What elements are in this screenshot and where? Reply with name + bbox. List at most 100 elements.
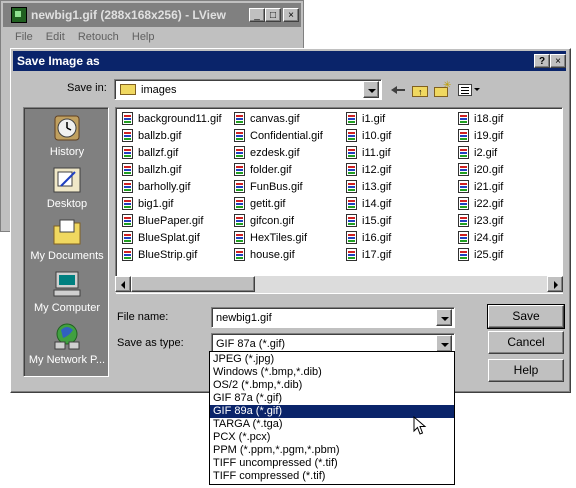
gif-file-icon (458, 129, 469, 142)
file-name: i12.gif (362, 164, 392, 176)
gif-file-icon (122, 214, 133, 227)
type-option[interactable]: TIFF uncompressed (*.tif) (210, 457, 454, 470)
file-name: FunBus.gif (250, 181, 303, 193)
lview-titlebar[interactable]: newbig1.gif (288x168x256) - LView _ □ × (3, 3, 301, 27)
file-name: i25.gif (474, 249, 504, 261)
file-name: canvas.gif (250, 113, 300, 125)
save-image-dialog: Save Image as ? × Save in: images ↑ ✳ Hi… (10, 48, 571, 393)
file-name: i2.gif (474, 147, 498, 159)
gif-file-icon (234, 248, 245, 261)
gif-file-icon (234, 180, 245, 193)
type-option[interactable]: GIF 87a (*.gif) (210, 392, 454, 405)
place-label: History (49, 146, 85, 158)
gif-file-icon (234, 112, 245, 125)
file-name: ballzf.gif (138, 147, 179, 159)
menu-edit[interactable]: Edit (46, 31, 65, 43)
gif-file-icon (458, 146, 469, 159)
scroll-right-icon[interactable] (547, 276, 563, 292)
file-name: i24.gif (474, 232, 504, 244)
file-name: background11.gif (138, 113, 222, 125)
menu-file[interactable]: File (15, 31, 33, 43)
gif-file-icon (346, 231, 357, 244)
my-computer-icon (51, 270, 83, 298)
save-button[interactable]: Save (487, 304, 565, 329)
place-label: Desktop (46, 198, 88, 210)
gif-file-icon (122, 248, 133, 261)
gif-file-icon (458, 197, 469, 210)
menu-retouch[interactable]: Retouch (78, 31, 119, 43)
place-my-documents[interactable]: My Documents (24, 218, 110, 262)
file-name: i14.gif (362, 198, 392, 210)
dialog-help-icon-button[interactable]: ? (534, 54, 550, 68)
file-name: BlueSplat.gif (138, 232, 200, 244)
file-name-field[interactable]: newbig1.gif (211, 307, 455, 328)
back-arrow-icon[interactable] (391, 81, 407, 99)
type-option[interactable]: PPM (*.ppm,*.pgm,*.pbm) (210, 444, 454, 457)
file-name: i18.gif (474, 113, 504, 125)
file-name: house.gif (250, 249, 295, 261)
gif-file-icon (234, 197, 245, 210)
place-history[interactable]: History (24, 114, 110, 158)
maximize-button[interactable]: □ (265, 8, 281, 22)
file-name: folder.gif (250, 164, 292, 176)
minimize-button[interactable]: _ (249, 8, 265, 22)
cancel-button[interactable]: Cancel (488, 331, 564, 354)
file-name: i19.gif (474, 130, 504, 142)
gif-file-icon (234, 129, 245, 142)
place-desktop[interactable]: Desktop (24, 166, 110, 210)
scroll-left-icon[interactable] (115, 276, 131, 292)
menu-help[interactable]: Help (132, 31, 155, 43)
file-name: i23.gif (474, 215, 504, 227)
type-option[interactable]: Windows (*.bmp,*.dib) (210, 366, 454, 379)
lview-app-icon (11, 7, 27, 23)
file-name: getit.gif (250, 198, 286, 210)
gif-file-icon (346, 197, 357, 210)
close-button[interactable]: × (283, 8, 299, 22)
file-name: BlueStrip.gif (138, 249, 198, 261)
file-name: i10.gif (362, 130, 392, 142)
help-button[interactable]: Help (488, 359, 564, 382)
save-in-label: Save in: (67, 82, 107, 94)
place-my-network[interactable]: My Network P... (24, 322, 110, 366)
dialog-titlebar[interactable]: Save Image as ? × (13, 51, 566, 71)
view-menu-icon[interactable] (457, 81, 483, 99)
save-as-type-label: Save as type: (117, 337, 184, 349)
file-name: i20.gif (474, 164, 504, 176)
file-name: i21.gif (474, 181, 504, 193)
file-name: i17.gif (362, 249, 392, 261)
place-my-computer[interactable]: My Computer (24, 270, 110, 314)
file-name: i1.gif (362, 113, 386, 125)
gif-file-icon (122, 180, 133, 193)
gif-file-icon (234, 146, 245, 159)
type-option[interactable]: OS/2 (*.bmp,*.dib) (210, 379, 454, 392)
type-option[interactable]: TIFF compressed (*.tif) (210, 470, 454, 483)
file-name: gifcon.gif (250, 215, 295, 227)
chevron-down-icon[interactable] (436, 309, 452, 326)
file-name: i11.gif (362, 147, 391, 159)
place-label: My Computer (33, 302, 101, 314)
folder-icon (120, 84, 136, 95)
dialog-close-button[interactable]: × (550, 54, 566, 68)
chevron-down-icon[interactable] (436, 335, 452, 352)
type-option[interactable]: JPEG (*.jpg) (210, 353, 454, 366)
save-in-dropdown[interactable]: images (114, 79, 382, 100)
file-name: ballzb.gif (138, 130, 182, 142)
chevron-down-icon[interactable] (363, 81, 379, 98)
save-as-type-value: GIF 87a (*.gif) (216, 338, 286, 350)
horizontal-scrollbar[interactable] (115, 276, 563, 293)
new-folder-icon[interactable]: ✳ (433, 81, 451, 99)
gif-file-icon (458, 248, 469, 261)
gif-file-icon (458, 180, 469, 193)
history-icon (51, 114, 83, 142)
gif-file-icon (234, 231, 245, 244)
file-list[interactable]: background11.gif ballzb.gif ballzf.gif ball… (115, 107, 563, 294)
file-name: HexTiles.gif (250, 232, 308, 244)
place-label: My Network P... (28, 354, 106, 366)
desktop-icon (51, 166, 83, 194)
gif-file-icon (346, 146, 357, 159)
dialog-title: Save Image as (17, 54, 100, 68)
gif-file-icon (346, 180, 357, 193)
save-in-value: images (141, 84, 177, 96)
scroll-thumb[interactable] (131, 276, 255, 292)
up-one-level-icon[interactable]: ↑ (411, 81, 429, 99)
